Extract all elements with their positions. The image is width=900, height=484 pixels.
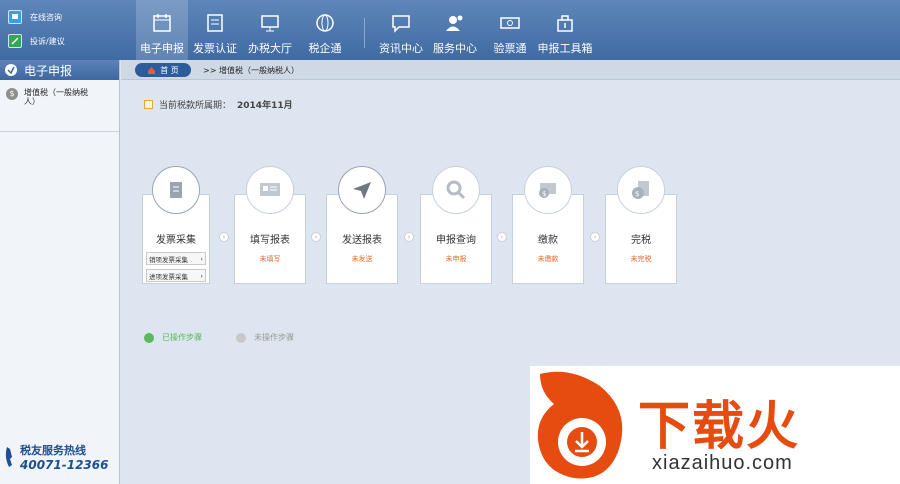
chat-icon: [8, 10, 22, 24]
input-invoice-collect-button[interactable]: 进项发票采集 ›: [146, 269, 206, 282]
step-arrow-icon: ›: [311, 232, 321, 242]
status-badge: 未填写: [259, 255, 281, 263]
tax-complete-icon: $: [617, 166, 665, 214]
home-tab[interactable]: 首 页: [135, 63, 191, 77]
status-badge: 未缴款: [537, 255, 559, 263]
svg-text:$: $: [542, 190, 546, 198]
nav-ticket-verify[interactable]: 验票通: [486, 0, 534, 60]
legend-done: 已操作步骤: [144, 332, 202, 343]
top-navigation-bar: 在线咨询 投诉/建议 电子申报 发票认证 办税大厅 税企通 资讯中心 服务中心 …: [0, 0, 900, 60]
breadcrumb: 首 页 >> 增值税（一般纳税人）: [121, 60, 900, 80]
edit-icon: [8, 34, 22, 48]
nav-tax-enterprise[interactable]: 税企通: [302, 0, 348, 60]
todo-dot-icon: [236, 332, 246, 343]
invoice-collect-icon: [152, 166, 200, 214]
calendar-icon: [153, 14, 171, 32]
ticket-icon: [500, 17, 520, 29]
output-invoice-collect-button[interactable]: 销项发票采集 ›: [146, 252, 206, 265]
calendar-small-icon: [144, 100, 153, 109]
status-badge: 未申报: [445, 255, 467, 263]
nav-e-filing[interactable]: 电子申报: [136, 0, 188, 60]
breadcrumb-current: >> 增值税（一般纳税人）: [203, 66, 299, 75]
chevron-right-icon: ›: [200, 271, 203, 280]
form-icon: [246, 166, 294, 214]
globe-icon: [316, 14, 334, 32]
nav-filing-toolbox[interactable]: 申报工具箱: [536, 0, 594, 60]
coin-icon: $: [6, 88, 18, 100]
search-icon: [432, 166, 480, 214]
status-badge: 未发送: [351, 255, 373, 263]
flame-logo-icon: [537, 371, 623, 479]
nav-news-center[interactable]: 资讯中心: [376, 0, 426, 60]
step-arrow-icon: ›: [404, 232, 414, 242]
nav-invoice-auth[interactable]: 发票认证: [190, 0, 240, 60]
chevron-right-icon: ›: [200, 254, 203, 263]
monitor-icon: [261, 15, 279, 32]
home-icon: [148, 66, 156, 74]
send-icon: [338, 166, 386, 214]
phone-icon: [5, 447, 12, 467]
online-consult-link[interactable]: 在线咨询: [8, 10, 62, 24]
step-arrow-icon: ›: [497, 232, 507, 242]
e-filing-icon: [5, 64, 17, 76]
legend-todo: 未操作步骤: [236, 332, 294, 343]
watermark: 下载火 xiazaihuo.com: [530, 366, 900, 484]
toolbox-icon: [557, 15, 573, 32]
sidebar-item-vat[interactable]: $ 增值税（一般纳税人）: [0, 80, 119, 132]
done-dot-icon: [144, 332, 154, 343]
status-badge: 未完税: [630, 255, 652, 263]
payment-icon: $: [524, 166, 572, 214]
tax-period: 当前税款所属期： 2014年11月: [144, 98, 293, 111]
service-hotline: 税友服务热线 40071-12366: [4, 442, 108, 472]
feedback-link[interactable]: 投诉/建议: [8, 34, 65, 48]
sidebar-header[interactable]: 电子申报: [0, 60, 119, 80]
nav-tax-hall[interactable]: 办税大厅: [244, 0, 296, 60]
step-arrow-icon: ›: [590, 232, 600, 242]
svg-text:$: $: [635, 190, 639, 198]
sidebar: 电子申报 $ 增值税（一般纳税人） 税友服务热线 40071-12366: [0, 60, 120, 484]
message-icon: [392, 15, 410, 33]
nav-service-center[interactable]: 服务中心: [430, 0, 480, 60]
nav-separator: [364, 18, 365, 48]
step-arrow-icon: ›: [219, 232, 229, 242]
document-icon: [207, 14, 223, 32]
user-service-icon: [446, 15, 463, 31]
